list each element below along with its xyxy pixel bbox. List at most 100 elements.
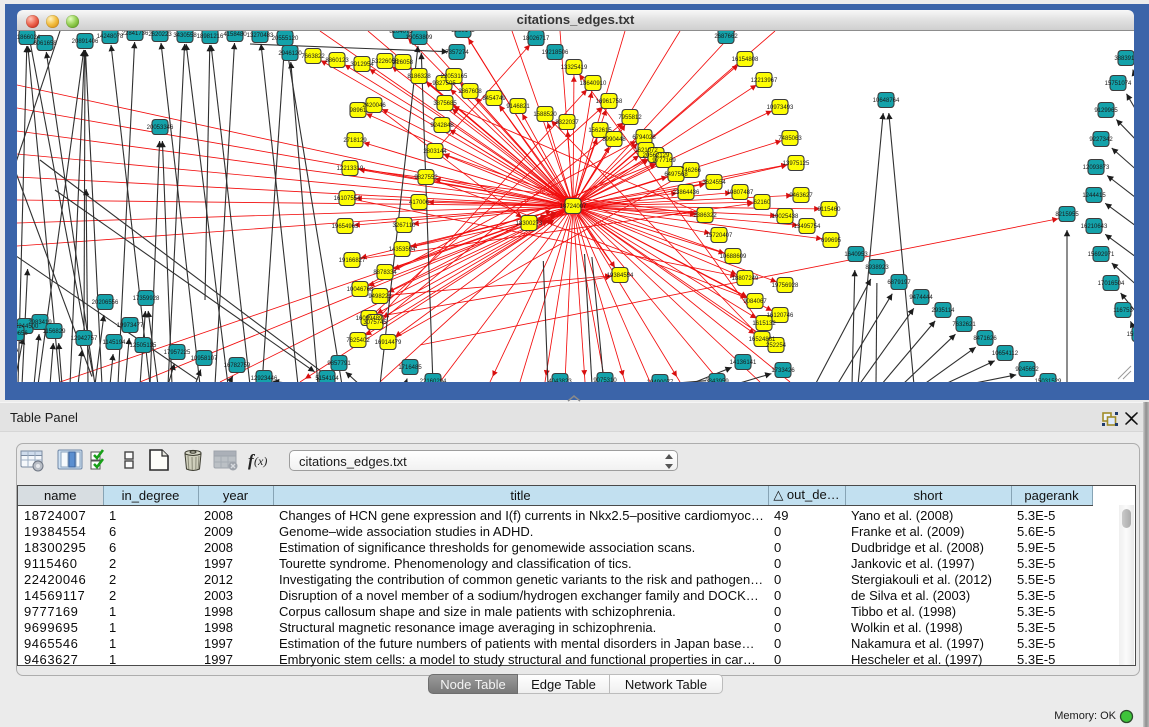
svg-text:1733426: 1733426	[771, 368, 795, 374]
svg-text:3267110: 3267110	[393, 223, 417, 229]
svg-text:699695: 699695	[821, 238, 842, 244]
svg-text:6794028: 6794028	[632, 135, 656, 141]
svg-text:3430558: 3430558	[173, 33, 197, 39]
svg-text:116753: 116753	[1113, 308, 1133, 314]
svg-text:1588520: 1588520	[533, 112, 557, 118]
svg-text:7625402: 7625402	[346, 338, 370, 344]
svg-text:(x): (x)	[254, 454, 267, 468]
svg-text:15720407: 15720407	[706, 233, 733, 239]
svg-text:3624554: 3624554	[702, 180, 726, 186]
svg-text:19218506: 19218506	[542, 50, 569, 56]
svg-text:7955812: 7955812	[618, 115, 642, 121]
svg-text:20555120: 20555120	[272, 36, 299, 42]
svg-text:9242848: 9242848	[430, 123, 454, 129]
svg-text:2867608: 2867608	[458, 89, 482, 95]
svg-text:12093873: 12093873	[1083, 165, 1110, 171]
svg-text:8186328: 8186328	[407, 74, 431, 80]
svg-text:1716485: 1716485	[398, 365, 422, 371]
svg-text:20053346: 20053346	[147, 125, 174, 131]
svg-text:12942757: 12942757	[71, 336, 98, 342]
svg-text:20206556: 20206556	[92, 300, 119, 306]
svg-text:23864436: 23864436	[673, 190, 700, 196]
svg-text:22053165: 22053165	[441, 74, 468, 80]
svg-text:8860123: 8860123	[325, 58, 349, 64]
svg-text:1145194: 1145194	[103, 340, 127, 346]
svg-text:15751074: 15751074	[1105, 81, 1132, 87]
svg-text:14136141: 14136141	[730, 360, 757, 366]
svg-text:9075310: 9075310	[593, 378, 617, 382]
svg-text:12923446: 12923446	[251, 376, 278, 382]
svg-text:9084067: 9084067	[743, 299, 767, 305]
svg-text:17957225: 17957225	[164, 350, 191, 356]
svg-text:16107554: 16107554	[334, 196, 361, 202]
svg-text:18026717: 18026717	[523, 36, 550, 42]
svg-text:12213967: 12213967	[751, 78, 778, 84]
svg-text:22841736: 22841736	[122, 31, 149, 37]
svg-text:13325419: 13325419	[561, 65, 588, 71]
svg-text:2983419: 2983419	[28, 320, 52, 326]
svg-text:16210643: 16210643	[1081, 224, 1108, 230]
svg-text:15550734: 15550734	[1127, 332, 1134, 338]
svg-text:9115460: 9115460	[818, 207, 842, 213]
svg-text:12505135: 12505135	[130, 343, 157, 349]
svg-text:2718129: 2718129	[343, 138, 367, 144]
svg-text:7663822: 7663822	[301, 54, 325, 60]
svg-text:18724007: 18724007	[560, 204, 587, 210]
svg-text:8471626: 8471626	[973, 336, 997, 342]
svg-text:6879197: 6879197	[887, 280, 911, 286]
svg-text:8490656: 8490656	[17, 331, 28, 337]
svg-text:1156829: 1156829	[43, 329, 67, 335]
svg-text:16782759: 16782759	[224, 363, 251, 369]
svg-text:417006: 417006	[409, 200, 430, 206]
svg-text:14353594: 14353594	[389, 247, 416, 253]
svg-text:10958107: 10958107	[191, 356, 218, 362]
svg-text:746266: 746266	[681, 168, 702, 174]
svg-text:10654112: 10654112	[992, 351, 1019, 357]
svg-text:7485063: 7485063	[778, 136, 802, 142]
svg-text:16914479: 16914479	[375, 340, 402, 346]
svg-text:7632621: 7632621	[952, 322, 976, 328]
svg-text:98961: 98961	[350, 108, 367, 114]
svg-text:1640953: 1640953	[844, 252, 868, 258]
svg-text:3875685: 3875685	[433, 101, 457, 107]
svg-text:13975125: 13975125	[783, 161, 810, 167]
svg-text:3883910: 3883910	[1114, 56, 1134, 62]
svg-text:9327505: 9327505	[432, 81, 456, 87]
svg-text:1615132: 1615132	[752, 321, 776, 327]
svg-text:18981216: 18981216	[197, 34, 224, 40]
svg-text:15692971: 15692971	[1088, 252, 1115, 258]
svg-text:10688609: 10688609	[720, 254, 747, 260]
svg-text:13270483: 13270483	[247, 33, 274, 39]
svg-text:226058: 226058	[393, 60, 414, 66]
svg-text:10973493: 10973493	[767, 105, 794, 111]
svg-text:3343959: 3343959	[705, 379, 729, 382]
svg-text:18640910: 18640910	[580, 81, 607, 87]
svg-text:12213319: 12213319	[337, 166, 364, 172]
svg-text:19654963: 19654963	[332, 224, 359, 230]
svg-text:1244415: 1244415	[1082, 193, 1106, 199]
svg-text:2935114: 2935114	[932, 308, 956, 314]
svg-text:4043823: 4043823	[548, 379, 572, 382]
svg-text:10046768: 10046768	[347, 287, 374, 293]
svg-text:9857791: 9857791	[327, 361, 351, 367]
svg-text:9474444: 9474444	[909, 295, 933, 301]
svg-text:9827552: 9827552	[414, 175, 438, 181]
svg-text:8322037: 8322037	[555, 120, 579, 126]
svg-text:22160294: 22160294	[420, 379, 447, 382]
svg-text:17016504: 17016504	[1098, 281, 1125, 287]
svg-text:16120746: 16120746	[767, 313, 794, 319]
svg-text:2258145: 2258145	[451, 31, 475, 34]
svg-text:19490077: 19490077	[647, 380, 674, 382]
svg-text:2946120: 2946120	[278, 51, 302, 57]
svg-text:8990448: 8990448	[602, 137, 626, 143]
svg-text:16154808: 16154808	[732, 57, 759, 63]
svg-text:9146821: 9146821	[506, 104, 530, 110]
svg-text:2620223: 2620223	[148, 32, 172, 38]
svg-text:7357274: 7357274	[445, 50, 469, 56]
svg-text:252254: 252254	[766, 343, 787, 349]
svg-text:20891406: 20891406	[72, 39, 99, 45]
svg-text:19384554: 19384554	[607, 273, 634, 279]
svg-text:8204075: 8204075	[389, 31, 413, 35]
svg-text:4158480: 4158480	[223, 32, 247, 38]
svg-text:8215955: 8215955	[1055, 212, 1079, 218]
